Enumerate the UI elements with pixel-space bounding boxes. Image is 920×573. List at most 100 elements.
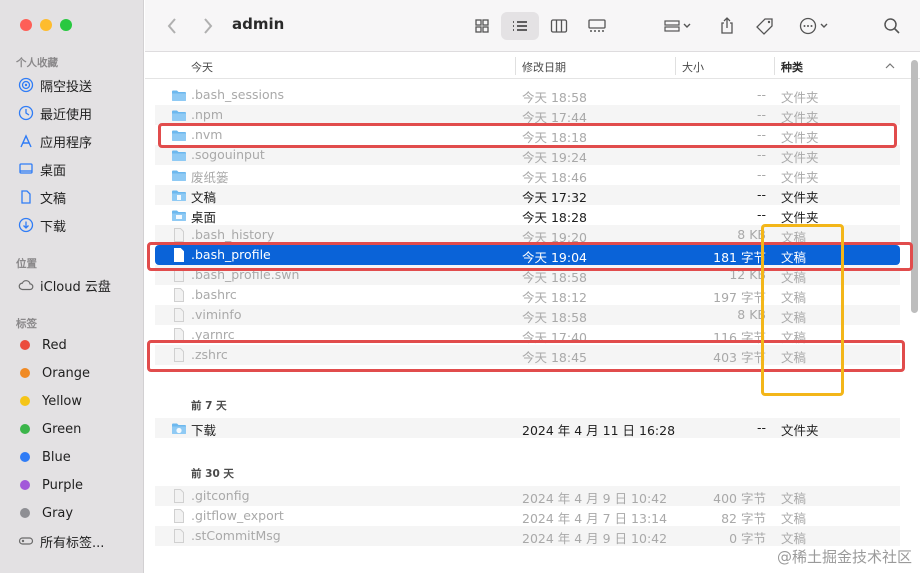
file-size: 82 字节 (721, 511, 766, 526)
sidebar-tag-green[interactable]: Green (18, 418, 81, 440)
tag-label: Blue (42, 449, 71, 465)
toolbar: admin (145, 0, 920, 52)
group-icon (664, 20, 691, 32)
file-row[interactable]: 下载 2024 年 4 月 11 日 16:28 -- 文件夹 (155, 418, 900, 438)
sidebar-tag-orange[interactable]: Orange (18, 362, 90, 384)
forward-button[interactable] (197, 12, 219, 40)
file-modified-date: 2024 年 4 月 11 日 16:28 (522, 423, 676, 438)
chevron-right-icon (204, 18, 213, 34)
list-view-button[interactable] (501, 12, 539, 40)
column-size-header[interactable]: 大小 (682, 59, 704, 75)
file-name: .bash_sessions (191, 87, 285, 102)
back-button[interactable] (161, 12, 183, 40)
sidebar-tag-red[interactable]: Red (18, 334, 67, 356)
sidebar-item-applications[interactable]: 应用程序 (18, 130, 92, 152)
column-name-header[interactable]: 今天 (191, 59, 213, 75)
column-header: 今天 修改日期 大小 种类 (145, 53, 920, 79)
desktop-icon (18, 161, 34, 177)
file-name: .viminfo (191, 307, 242, 322)
share-button[interactable] (713, 12, 741, 40)
watermark: @稀土掘金技术社区 (776, 548, 912, 566)
sidebar-tag-yellow[interactable]: Yellow (18, 390, 82, 412)
file-row[interactable]: .sogouinput 今天 19:24 -- 文件夹 (155, 145, 900, 165)
tag-button[interactable] (751, 12, 779, 40)
more-actions-button[interactable] (795, 12, 835, 40)
minimize-window-button[interactable] (40, 19, 52, 31)
sidebar-tag-purple[interactable]: Purple (18, 474, 83, 496)
tag-dot (20, 452, 30, 462)
file-row[interactable]: .npm 今天 17:44 -- 文件夹 (155, 105, 900, 125)
sidebar: 个人收藏 隔空投送 最近使用 应用程序 桌面 文稿 下载 位置 iCloud 云… (0, 0, 144, 573)
file-modified-date: 2024 年 4 月 9 日 10:42 (522, 491, 668, 506)
file-icon (171, 488, 187, 504)
zoom-window-button[interactable] (60, 19, 72, 31)
scrollbar[interactable] (911, 60, 918, 313)
sidebar-item-label: iCloud 云盘 (40, 279, 111, 295)
chevron-left-icon (167, 18, 176, 34)
column-divider[interactable] (675, 57, 676, 75)
folder-icon (171, 187, 187, 203)
file-kind: 文件夹 (781, 150, 819, 165)
file-name: .bash_history (191, 227, 275, 242)
file-icon (171, 528, 187, 544)
gallery-icon (588, 19, 606, 32)
file-modified-date: 今天 18:46 (522, 170, 587, 185)
file-icon (171, 287, 187, 303)
tag-icon (756, 18, 773, 35)
search-icon (884, 18, 900, 34)
sidebar-item-icloud[interactable]: iCloud 云盘 (18, 274, 111, 296)
file-size: -- (756, 187, 766, 202)
file-kind: 文稿 (781, 531, 807, 546)
columns-icon (550, 19, 568, 33)
sidebar-tag-blue[interactable]: Blue (18, 446, 71, 468)
file-name: .npm (191, 107, 224, 122)
file-row[interactable]: 桌面 今天 18:28 -- 文件夹 (155, 205, 900, 225)
sidebar-tag-gray[interactable]: Gray (18, 502, 73, 524)
file-name: .stCommitMsg (191, 528, 281, 543)
sidebar-item-label: 文稿 (40, 191, 67, 207)
file-row[interactable]: .bash_sessions 今天 18:58 -- 文件夹 (155, 85, 900, 105)
folder-icon (171, 167, 187, 183)
file-row[interactable]: 文稿 今天 17:32 -- 文件夹 (155, 185, 900, 205)
folder-icon (171, 207, 187, 223)
column-divider[interactable] (515, 57, 516, 75)
column-kind-header[interactable]: 种类 (781, 59, 803, 75)
file-kind: 文件夹 (781, 190, 819, 205)
sidebar-item-desktop[interactable]: 桌面 (18, 158, 66, 180)
file-row[interactable]: .stCommitMsg 2024 年 4 月 9 日 10:42 0 字节 文稿 (155, 526, 900, 546)
icon-view-button[interactable] (468, 12, 496, 40)
document-icon (18, 189, 34, 205)
file-row[interactable]: .gitflow_export 2024 年 4 月 7 日 13:14 82 字节… (155, 506, 900, 526)
close-window-button[interactable] (20, 19, 32, 31)
share-icon (721, 17, 733, 34)
file-icon (171, 508, 187, 524)
file-modified-date: 2024 年 4 月 7 日 13:14 (522, 511, 668, 526)
file-modified-date: 今天 18:12 (522, 290, 587, 305)
sidebar-item-recents[interactable]: 最近使用 (18, 102, 92, 124)
file-modified-date: 今天 19:24 (522, 150, 587, 165)
tag-dot (20, 424, 30, 434)
column-divider[interactable] (774, 57, 775, 75)
sidebar-all-tags[interactable]: 所有标签... (18, 530, 104, 552)
sidebar-item-documents[interactable]: 文稿 (18, 186, 66, 208)
sidebar-item-label: 所有标签... (40, 535, 105, 551)
grid-icon (475, 19, 489, 33)
column-date-header[interactable]: 修改日期 (522, 59, 566, 75)
search-button[interactable] (880, 12, 904, 40)
sidebar-item-label: 隔空投送 (40, 79, 93, 95)
file-size: -- (756, 420, 766, 435)
file-size: 400 字节 (713, 491, 766, 506)
sidebar-item-downloads[interactable]: 下载 (18, 214, 66, 236)
file-row[interactable]: 废纸篓 今天 18:46 -- 文件夹 (155, 165, 900, 185)
file-name: .sogouinput (191, 147, 265, 162)
sort-ascending-icon[interactable] (885, 62, 895, 70)
gallery-view-button[interactable] (583, 12, 611, 40)
file-size: -- (756, 147, 766, 162)
file-row[interactable]: .gitconfig 2024 年 4 月 9 日 10:42 400 字节 文稿 (155, 486, 900, 506)
sidebar-item-airdrop[interactable]: 隔空投送 (18, 74, 92, 96)
group-by-button[interactable] (658, 12, 698, 40)
file-name: .gitflow_export (191, 508, 284, 523)
tag-dot (20, 396, 30, 406)
file-modified-date: 2024 年 4 月 9 日 10:42 (522, 531, 668, 546)
column-view-button[interactable] (545, 12, 573, 40)
